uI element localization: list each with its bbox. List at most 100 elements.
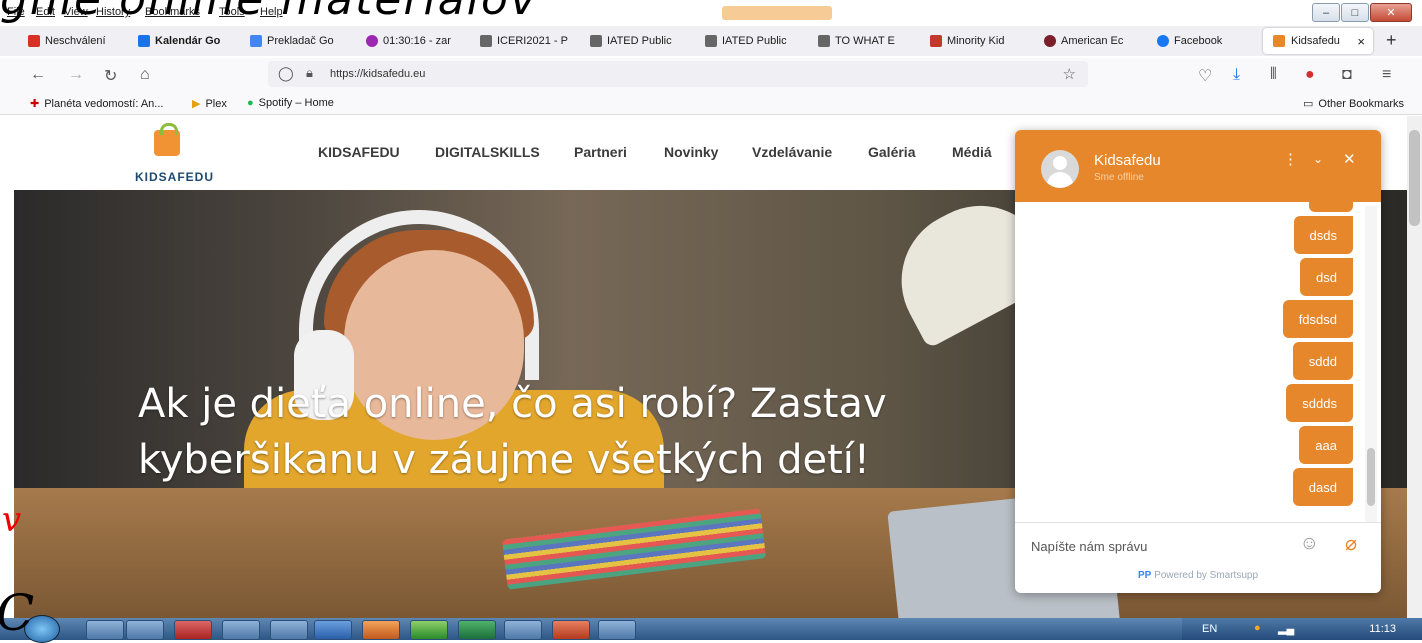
address-bar[interactable]: ◯ 🔒︎ https://kidsafedu.eu ☆ bbox=[268, 61, 1088, 87]
chrome-taskbar-icon[interactable] bbox=[410, 620, 448, 640]
iated-icon bbox=[590, 35, 602, 47]
tab-item[interactable]: Prekladač Go bbox=[250, 32, 345, 50]
language-indicator[interactable]: EN bbox=[1202, 623, 1217, 635]
message-bubble-partial bbox=[1309, 186, 1353, 212]
tab-item[interactable]: Kalendár Go bbox=[138, 32, 230, 50]
powered-by[interactable]: PP Powered by Smartsupp bbox=[1015, 570, 1381, 581]
bookmark-item[interactable]: ▶ Plex bbox=[192, 97, 227, 111]
extension-badge-icon[interactable]: ● bbox=[1305, 66, 1315, 84]
minimize-button[interactable]: – bbox=[1312, 3, 1340, 22]
new-tab-button[interactable]: + bbox=[1386, 30, 1397, 51]
message-bubble: dsd bbox=[1300, 258, 1353, 296]
system-tray: EN ● ▂▄ 11:13 bbox=[1182, 618, 1422, 640]
logo-bag-icon[interactable] bbox=[154, 123, 180, 156]
tab-label: IATED Public bbox=[722, 35, 787, 47]
bookmark-item[interactable]: ✚ Planéta vedomostí: An... bbox=[30, 97, 163, 111]
tray-app-icon[interactable]: ● bbox=[1254, 622, 1261, 634]
bookmark-item[interactable]: ● Spotify – Home bbox=[247, 97, 334, 109]
tab-item[interactable]: IATED Public bbox=[590, 32, 692, 50]
taskbar-app[interactable] bbox=[126, 620, 164, 640]
nav-digitalskills[interactable]: DIGITALSKILLS bbox=[435, 144, 540, 160]
firefox-taskbar-icon[interactable] bbox=[362, 620, 400, 640]
nav-galeria[interactable]: Galéria bbox=[868, 144, 915, 160]
chat-input[interactable]: Napíšte nám správu ☺ ⌀ bbox=[1015, 522, 1381, 567]
tracking-shield-icon[interactable]: ◯ bbox=[278, 65, 294, 82]
chat-input-placeholder[interactable]: Napíšte nám správu bbox=[1031, 539, 1147, 554]
download-icon[interactable]: ⤓ bbox=[1233, 66, 1240, 84]
tab-active[interactable]: Kidsafedu × bbox=[1263, 28, 1373, 54]
taskbar-app[interactable] bbox=[222, 620, 260, 640]
close-window-button[interactable]: ✕ bbox=[1370, 3, 1412, 22]
tab-item[interactable]: American Ec bbox=[1044, 32, 1140, 50]
translate-icon bbox=[250, 35, 262, 47]
home-icon[interactable]: ⌂ bbox=[140, 66, 150, 84]
forward-icon[interactable]: → bbox=[68, 66, 84, 84]
attachment-icon[interactable]: ⌀ bbox=[1345, 531, 1357, 556]
tab-label: ICERI2021 - P bbox=[497, 35, 568, 47]
tab-label: Neschválení bbox=[45, 35, 106, 47]
nav-media[interactable]: Médiá bbox=[952, 144, 992, 160]
chat-scrollbar-thumb[interactable] bbox=[1367, 448, 1375, 506]
kidsafedu-favicon bbox=[1273, 35, 1285, 47]
nav-vzdelavanie[interactable]: Vzdelávanie bbox=[752, 144, 832, 160]
tab-label: Prekladač Go bbox=[267, 35, 334, 47]
tab-item[interactable]: ICERI2021 - P bbox=[480, 32, 578, 50]
iated-icon bbox=[480, 35, 492, 47]
star-bookmark-icon[interactable]: ☆ bbox=[1063, 65, 1076, 83]
emoji-icon[interactable]: ☺ bbox=[1300, 533, 1319, 555]
url-text[interactable]: https://kidsafedu.eu bbox=[330, 68, 425, 80]
close-chat-icon[interactable]: ✕ bbox=[1343, 150, 1356, 168]
nav-kidsafedu[interactable]: KIDSAFEDU bbox=[318, 144, 400, 160]
black-handwritten-mark: C bbox=[0, 584, 34, 642]
tab-item[interactable]: Facebook bbox=[1157, 32, 1247, 50]
tab-label: Facebook bbox=[1174, 35, 1223, 47]
tab-label: TO WHAT E bbox=[835, 35, 895, 47]
message-bubble: fdsdsd bbox=[1282, 300, 1353, 338]
site-logo-text[interactable]: KIDSAFEDU bbox=[135, 170, 214, 184]
taskbar-app[interactable] bbox=[314, 620, 352, 640]
library-icon[interactable]: ⫴ bbox=[1270, 66, 1277, 84]
tab-item[interactable]: IATED Public bbox=[705, 32, 805, 50]
hamburger-menu-icon[interactable]: ≡ bbox=[1382, 66, 1391, 84]
tab-label: Kidsafedu bbox=[1291, 35, 1340, 47]
gmail-icon bbox=[28, 35, 40, 47]
pocket-icon[interactable]: ♡ bbox=[1198, 66, 1212, 86]
excel-taskbar-icon[interactable] bbox=[458, 620, 496, 640]
globe-icon bbox=[1044, 35, 1056, 47]
tab-item[interactable]: Neschválení bbox=[28, 32, 118, 50]
minimize-chat-icon[interactable]: ⌄ bbox=[1313, 152, 1323, 166]
tab-bar: Neschválení Kalendár Go Prekladač Go 01:… bbox=[0, 26, 1422, 56]
reload-icon[interactable]: ↻ bbox=[104, 66, 117, 86]
other-bookmarks[interactable]: ▭ Other Bookmarks bbox=[1303, 97, 1404, 111]
tab-item[interactable]: Minority Kid bbox=[930, 32, 1022, 50]
close-tab-icon[interactable]: × bbox=[1357, 34, 1365, 49]
timer-icon bbox=[366, 35, 378, 47]
lock-icon[interactable]: 🔒︎ bbox=[306, 65, 313, 81]
nav-novinky[interactable]: Novinky bbox=[664, 144, 718, 160]
powerpoint-taskbar-icon[interactable] bbox=[552, 620, 590, 640]
tab-item[interactable]: TO WHAT E bbox=[818, 32, 908, 50]
nav-partneri[interactable]: Partneri bbox=[574, 144, 627, 160]
message-bubble: sddd bbox=[1292, 342, 1353, 380]
doc-icon bbox=[930, 35, 942, 47]
more-options-icon[interactable]: ⋮ bbox=[1283, 150, 1298, 168]
chat-messages: dsds dsd fdsdsd sddd sddds aaa dasd bbox=[1015, 186, 1381, 520]
taskbar-app[interactable] bbox=[174, 620, 212, 640]
flag-icon: ✚ bbox=[30, 98, 40, 110]
taskbar-app[interactable] bbox=[504, 620, 542, 640]
tab-item[interactable]: 01:30:16 - zar bbox=[366, 32, 460, 50]
hero-line-2: kyberšikanu v záujme všetkých detí! bbox=[138, 437, 870, 483]
message-bubble: dasd bbox=[1292, 468, 1353, 506]
signal-icon[interactable]: ▂▄ bbox=[1278, 622, 1294, 635]
back-icon[interactable]: ← bbox=[30, 66, 46, 84]
clock[interactable]: 11:13 bbox=[1369, 623, 1396, 635]
bookmarks-bar: ✚ Planéta vedomostí: An... ▶ Plex ● Spotify… bbox=[0, 92, 1422, 115]
maximize-button[interactable]: □ bbox=[1341, 3, 1369, 22]
taskbar-app[interactable] bbox=[598, 620, 636, 640]
extension-icon[interactable]: ◘ bbox=[1342, 66, 1352, 84]
taskbar-app[interactable] bbox=[86, 620, 124, 640]
page-scrollbar-thumb[interactable] bbox=[1409, 130, 1420, 226]
handwritten-overlay-text: gnie online materiálov bbox=[0, 0, 538, 25]
iated-icon bbox=[818, 35, 830, 47]
taskbar-app[interactable] bbox=[270, 620, 308, 640]
